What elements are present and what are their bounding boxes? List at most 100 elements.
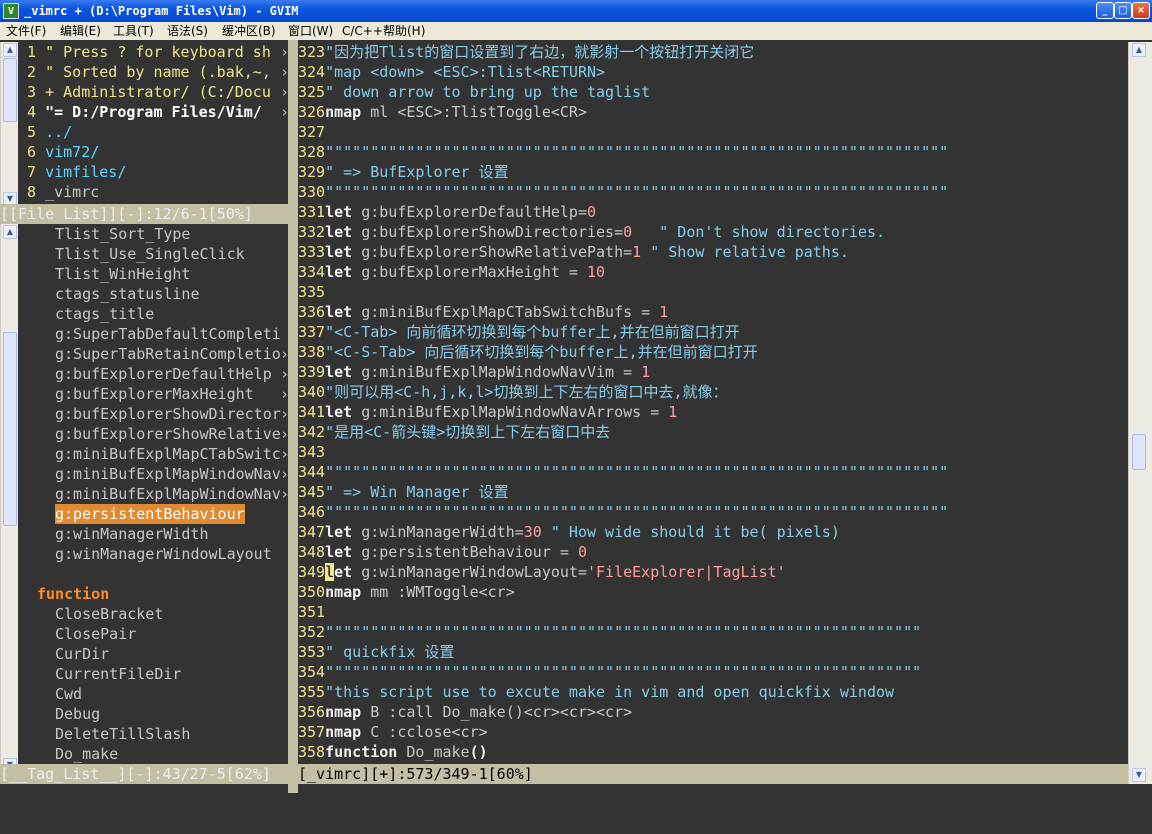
function-item[interactable]: Debug	[55, 704, 100, 724]
tag-item[interactable]: g:winManagerWidth	[55, 524, 209, 544]
code-token: 0	[587, 203, 597, 221]
code-line[interactable]: 323"因为把Tlist的窗口设置到了右边，就影射一个按钮打开关闭它	[298, 42, 754, 62]
code-line[interactable]: 351	[298, 602, 325, 622]
function-item[interactable]: CloseBracket	[55, 604, 163, 624]
tag-item[interactable]: ctags_title	[55, 304, 154, 324]
menu-help[interactable]: 帮助(H)	[383, 22, 425, 40]
code-line[interactable]: 334let g:bufExplorerMaxHeight = 10	[298, 262, 605, 282]
tag-item[interactable]: g:bufExplorerDefaultHelp	[55, 364, 272, 384]
code-line[interactable]: 342"是用<C-箭头键>切换到上下左右窗口中去	[298, 422, 610, 442]
menu-tools[interactable]: 工具(T)	[113, 22, 154, 40]
code-line[interactable]: 343	[298, 442, 325, 462]
file-list-row[interactable]: vimfiles/	[36, 163, 126, 181]
menu-edit[interactable]: 编辑(E)	[60, 22, 101, 40]
code-token: " => BufExplorer 设置	[325, 163, 509, 181]
code-line[interactable]: 346"""""""""""""""""""""""""""""""""""""…	[298, 502, 948, 522]
code-line[interactable]: 352"""""""""""""""""""""""""""""""""""""…	[298, 622, 921, 642]
file-list-row[interactable]: " Sorted by name (.bak,~,	[36, 63, 271, 81]
code-token: B :call Do_make()<cr><cr><cr>	[361, 703, 633, 721]
function-item[interactable]: ClosePair	[55, 624, 136, 644]
scroll-thumb[interactable]	[3, 58, 17, 122]
tag-item[interactable]: g:winManagerWindowLayout	[55, 544, 272, 564]
code-line[interactable]: 345" => Win Manager 设置	[298, 482, 509, 502]
code-line[interactable]: 335	[298, 282, 325, 302]
code-line[interactable]: 356nmap B :call Do_make()<cr><cr><cr>	[298, 702, 632, 722]
file-list-scrollbar[interactable]: ▲ ▼	[0, 42, 18, 208]
tag-item[interactable]: Tlist_Use_SingleClick	[55, 244, 245, 264]
tag-item[interactable]: g:miniBufExplMapCTabSwitc	[55, 444, 281, 464]
code-line[interactable]: 324"map <down> <ESC>:Tlist<RETURN>	[298, 62, 605, 82]
code-line[interactable]: 355"this script use to excute make in vi…	[298, 682, 894, 702]
tag-item[interactable]: ctags_statusline	[55, 284, 200, 304]
tag-item-selected[interactable]: g:persistentBehaviour	[55, 504, 245, 524]
code-line[interactable]: 333let g:bufExplorerShowRelativePath=1 "…	[298, 242, 849, 262]
close-button[interactable]: ×	[1132, 2, 1150, 19]
code-line[interactable]: 348let g:persistentBehaviour = 0	[298, 542, 587, 562]
tag-item[interactable]: g:bufExplorerShowRelative	[55, 424, 281, 444]
file-list-row[interactable]: vim72/	[36, 143, 99, 161]
code-line[interactable]: 332let g:bufExplorerShowDirectories=0 " …	[298, 222, 885, 242]
code-line[interactable]: 340"则可以用<C-h,j,k,l>切换到上下左右的窗口中去,就像：	[298, 382, 728, 402]
scroll-thumb[interactable]	[1132, 434, 1146, 470]
code-line[interactable]: 353" quickfix 设置	[298, 642, 454, 662]
code-line[interactable]: 344"""""""""""""""""""""""""""""""""""""…	[298, 462, 948, 482]
function-item[interactable]: CurDir	[55, 644, 109, 664]
code-line[interactable]: 328"""""""""""""""""""""""""""""""""""""…	[298, 142, 948, 162]
vertical-split[interactable]	[288, 40, 298, 794]
file-list-row[interactable]: + Administrator/ (C:/Docu	[36, 83, 271, 101]
code-line[interactable]: 329" => BufExplorer 设置	[298, 162, 509, 182]
code-line[interactable]: 331let g:bufExplorerDefaultHelp=0	[298, 202, 596, 222]
menu-syntax[interactable]: 语法(S)	[167, 22, 208, 40]
scroll-up-arrow-icon[interactable]: ▲	[3, 225, 17, 239]
code-line[interactable]: 338"<C-S-Tab> 向后循环切换到每个buffer上,并在但前窗口打开	[298, 342, 758, 362]
tag-item[interactable]: g:SuperTabRetainCompletio	[55, 344, 281, 364]
code-line[interactable]: 347let g:winManagerWidth=30 " How wide s…	[298, 522, 840, 542]
code-line[interactable]: 349let g:winManagerWindowLayout='FileExp…	[298, 562, 786, 582]
tag-item[interactable]: Tlist_WinHeight	[55, 264, 190, 284]
scroll-thumb[interactable]	[3, 332, 17, 526]
code-line[interactable]: 357nmap C :cclose<cr>	[298, 722, 488, 742]
maximize-button[interactable]: □	[1114, 2, 1132, 19]
scroll-down-arrow-icon[interactable]: ▼	[1132, 768, 1146, 782]
code-line[interactable]: 354"""""""""""""""""""""""""""""""""""""…	[298, 662, 921, 682]
menu-cpp[interactable]: C/C++	[342, 22, 383, 40]
code-line[interactable]: 330"""""""""""""""""""""""""""""""""""""…	[298, 182, 948, 202]
tag-item[interactable]: g:bufExplorerMaxHeight	[55, 384, 254, 404]
tag-list-scrollbar[interactable]: ▲ ▼	[0, 224, 18, 774]
file-list-row[interactable]: " Press ? for keyboard sh	[36, 43, 271, 61]
command-line[interactable]	[0, 793, 1130, 834]
code-line[interactable]: 341let g:miniBufExplMapWindowNavArrows =…	[298, 402, 677, 422]
file-list-row[interactable]: _vimrc	[36, 183, 99, 201]
function-item[interactable]: Do_make	[55, 744, 118, 764]
scroll-up-arrow-icon[interactable]: ▲	[3, 43, 17, 57]
menu-file[interactable]: 文件(F)	[6, 22, 46, 40]
scroll-up-arrow-icon[interactable]: ▲	[1132, 43, 1146, 57]
code-line[interactable]: 337"<C-Tab> 向前循环切换到每个buffer上,并在但前窗口打开	[298, 322, 740, 342]
function-item[interactable]: CurrentFileDir	[55, 664, 181, 684]
code-line[interactable]: 327	[298, 122, 325, 142]
function-item[interactable]: DeleteTillSlash	[55, 724, 190, 744]
tag-item[interactable]: g:bufExplorerShowDirector	[55, 404, 281, 424]
tag-item[interactable]: Tlist_Sort_Type	[55, 224, 190, 244]
tag-item[interactable]: g:SuperTabDefaultCompleti	[55, 324, 281, 344]
tag-item[interactable]: g:miniBufExplMapWindowNav	[55, 484, 281, 504]
main-editor-pane[interactable]: 323"因为把Tlist的窗口设置到了右边，就影射一个按钮打开关闭它 324"ma…	[298, 42, 1128, 764]
code-line[interactable]: 350nmap mm :WMToggle<cr>	[298, 582, 515, 602]
file-list-row[interactable]: ../	[36, 123, 72, 141]
title-bar[interactable]: V _vimrc + (D:\Program Files\Vim) - GVIM…	[0, 0, 1152, 22]
code-line[interactable]: 325" down arrow to bring up the taglist	[298, 82, 650, 102]
code-line[interactable]: 326nmap ml <ESC>:TlistToggle<CR>	[298, 102, 587, 122]
main-scrollbar[interactable]: ▲ ▼	[1128, 42, 1152, 784]
code-line[interactable]: 358function Do_make()	[298, 742, 488, 762]
file-list-row[interactable]: "= D:/Program Files/Vim/	[36, 103, 262, 121]
function-item[interactable]: Cwd	[55, 684, 82, 704]
file-list-pane[interactable]: 1 " Press ? for keyboard sh 2 " Sorted b…	[18, 42, 288, 204]
minimize-button[interactable]: _	[1096, 2, 1114, 19]
menu-buffers[interactable]: 缓冲区(B)	[222, 22, 276, 40]
line-number: 336	[298, 303, 326, 321]
tag-list-pane[interactable]: Tlist_Sort_Type Tlist_Use_SingleClick Tl…	[18, 224, 288, 774]
tag-item[interactable]: g:miniBufExplMapWindowNav	[55, 464, 281, 484]
code-line[interactable]: 339let g:miniBufExplMapWindowNavVim = 1	[298, 362, 650, 382]
code-line[interactable]: 336let g:miniBufExplMapCTabSwitchBufs = …	[298, 302, 668, 322]
menu-window[interactable]: 窗口(W)	[288, 22, 333, 40]
